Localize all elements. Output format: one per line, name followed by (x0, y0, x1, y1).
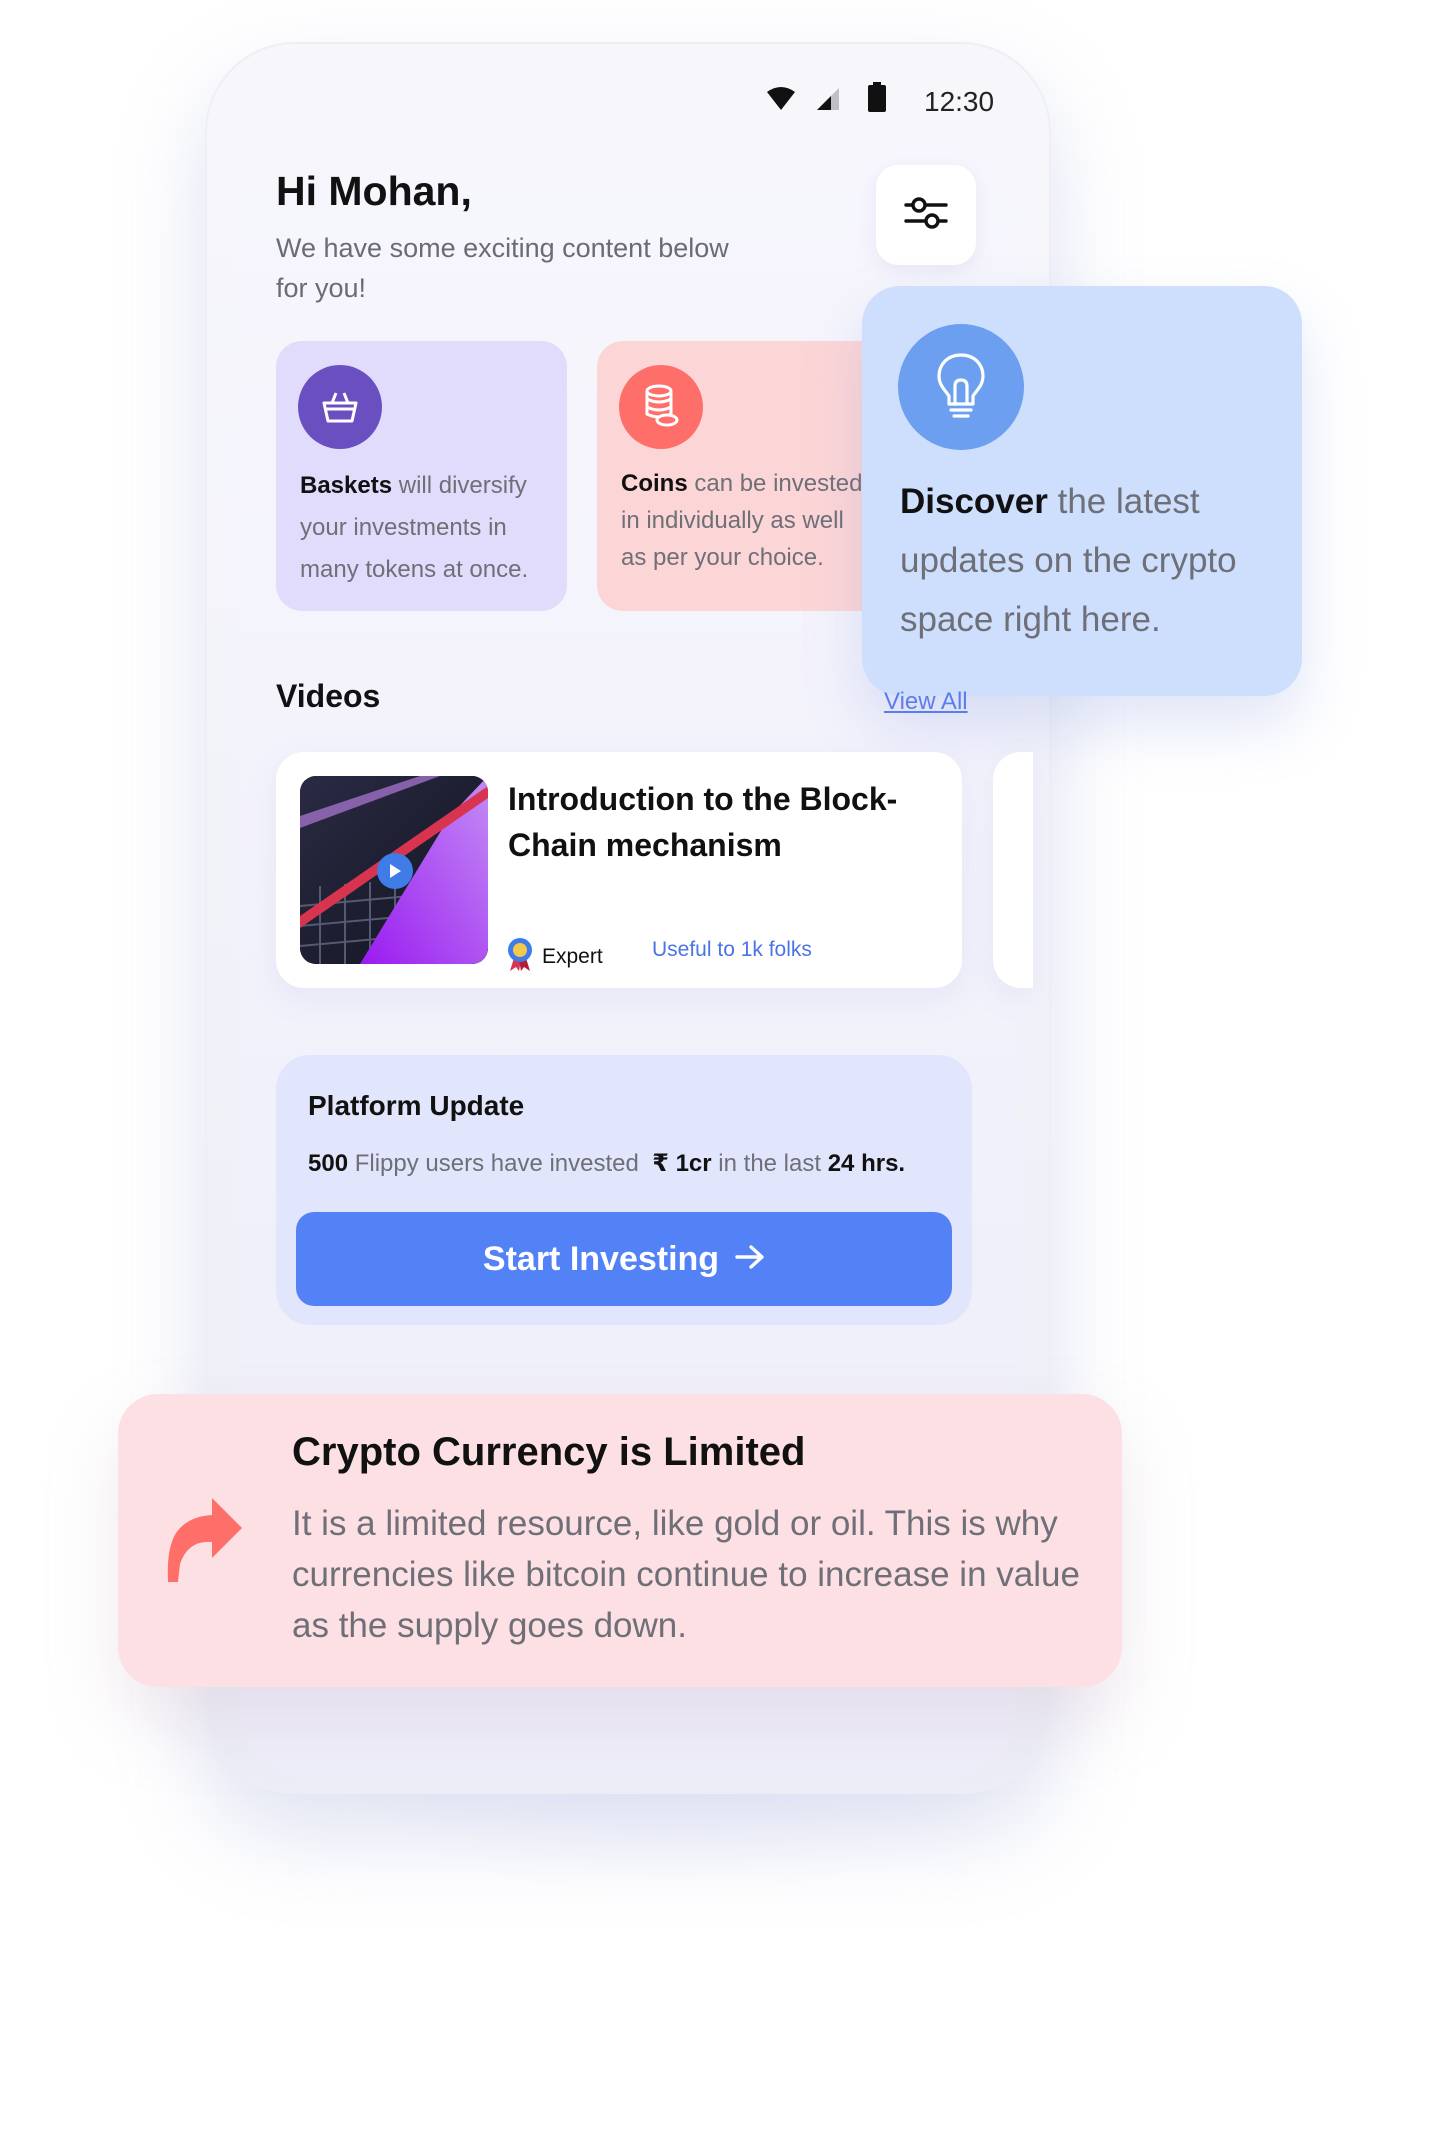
greeting-subtitle: We have some exciting content below for … (276, 233, 729, 303)
basket-icon (298, 365, 382, 449)
baskets-card-text: Baskets will diversify your investments … (300, 472, 529, 583)
video-title: Introduction to the Block-Chain mechanis… (508, 781, 898, 863)
play-icon[interactable] (377, 853, 413, 889)
filter-button[interactable] (876, 165, 976, 265)
coins-card-text: Coins can be invested in individually as… (621, 470, 863, 571)
status-time: 12:30 (924, 86, 995, 117)
wifi-icon (766, 86, 796, 117)
expert-badge-icon (506, 936, 534, 978)
view-all-link[interactable]: View All (884, 688, 968, 716)
lightbulb-icon (898, 324, 1024, 450)
share-arrow-icon (166, 1498, 242, 1587)
useful-count: Useful to 1k folks (652, 938, 812, 961)
videos-heading: Videos (276, 678, 381, 714)
next-video-card-peek[interactable] (993, 752, 1033, 988)
battery-icon (868, 82, 886, 117)
crypto-limited-card[interactable]: Crypto Currency is Limited It is a limit… (118, 1394, 1122, 1687)
baskets-card[interactable]: Baskets will diversify your investments … (276, 341, 567, 611)
arrow-right-icon (735, 1240, 765, 1279)
platform-update-text: 500 Flippy users have invested ₹ 1cr in … (308, 1150, 906, 1177)
expert-badge: Expert (506, 936, 603, 978)
crypto-limited-text: It is a limited resource, like gold or o… (292, 1504, 1080, 1645)
video-card[interactable]: Introduction to the Block-Chain mechanis… (276, 752, 962, 988)
greeting-title: Hi Mohan, (276, 168, 472, 214)
coins-icon (619, 365, 703, 449)
sliders-icon (903, 193, 949, 238)
platform-update-title: Platform Update (308, 1090, 525, 1121)
crypto-limited-title: Crypto Currency is Limited (292, 1430, 806, 1474)
discover-card[interactable]: Discover the latest updates on the crypt… (862, 286, 1302, 696)
signal-icon (815, 86, 841, 117)
video-thumbnail[interactable] (300, 776, 488, 964)
start-investing-label: Start Investing (482, 1239, 720, 1278)
platform-update-card: Platform Update 500 Flippy users have in… (276, 1055, 972, 1325)
start-investing-button[interactable]: Start Investing (296, 1212, 952, 1306)
discover-text: Discover the latest updates on the crypt… (900, 482, 1237, 639)
coins-card[interactable]: Coins can be invested in individually as… (597, 341, 887, 611)
